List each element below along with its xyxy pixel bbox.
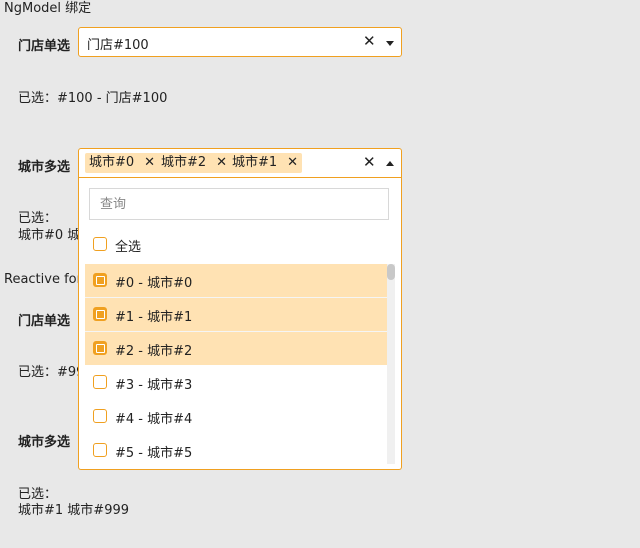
option-item[interactable]: #1 - 城市#1 xyxy=(85,298,387,331)
option-label: #2 - 城市#2 xyxy=(115,344,193,359)
city-tag[interactable]: 城市#0 ✕ xyxy=(85,153,160,173)
option-item[interactable]: #2 - 城市#2 xyxy=(85,332,387,365)
reactive-city-selected-value: 城市#1 城市#999 xyxy=(18,503,130,518)
city-multi-select[interactable]: 城市#0 ✕ 城市#2 ✕ 城市#1 ✕ ✕ xyxy=(78,148,402,178)
reactive-city-label: 城市多选 xyxy=(18,435,71,450)
reactive-store-label: 门店单选 xyxy=(18,314,71,329)
checkbox-icon[interactable] xyxy=(93,443,107,457)
chevron-up-icon[interactable] xyxy=(386,161,394,166)
option-label: #1 - 城市#1 xyxy=(115,310,193,325)
select-all-label: 全选 xyxy=(115,240,142,255)
city-tag-label: 城市#1 xyxy=(232,155,278,170)
city-tag[interactable]: 城市#1 ✕ xyxy=(228,153,303,173)
option-item[interactable]: #5 - 城市#5 xyxy=(85,434,387,467)
option-label: #5 - 城市#5 xyxy=(115,446,193,461)
close-icon[interactable]: ✕ xyxy=(363,32,376,50)
select-all-option[interactable]: 全选 xyxy=(85,228,387,261)
city-tag[interactable]: 城市#2 ✕ xyxy=(157,153,232,173)
chevron-down-icon[interactable] xyxy=(386,41,394,46)
reactive-store-selected-text: 已选：#99 xyxy=(18,365,85,380)
checkbox-icon[interactable] xyxy=(93,237,107,251)
close-icon[interactable]: ✕ xyxy=(144,155,155,170)
store-single-label: 门店单选 xyxy=(18,39,71,54)
checkbox-checked-icon[interactable] xyxy=(93,273,107,287)
checkbox-icon[interactable] xyxy=(93,409,107,423)
close-icon[interactable]: ✕ xyxy=(287,155,298,170)
close-icon[interactable]: ✕ xyxy=(363,153,376,171)
store-single-select[interactable]: 门店#100 ✕ xyxy=(78,27,402,57)
dropdown-scrollbar[interactable] xyxy=(387,264,395,464)
search-input[interactable] xyxy=(90,189,388,219)
option-label: #4 - 城市#4 xyxy=(115,412,193,427)
section-title-ngmodel: NgModel 绑定 xyxy=(4,1,92,16)
store-single-selected-text: 已选：#100 - 门店#100 xyxy=(18,91,168,106)
city-dropdown-panel: 全选 #0 - 城市#0 #1 - 城市#1 #2 - 城市#2 #3 - 城市… xyxy=(78,178,402,470)
option-label: #3 - 城市#3 xyxy=(115,378,193,393)
checkbox-icon[interactable] xyxy=(93,375,107,389)
search-field[interactable] xyxy=(89,188,389,220)
option-item[interactable]: #3 - 城市#3 xyxy=(85,366,387,399)
option-label: #0 - 城市#0 xyxy=(115,276,193,291)
checkbox-checked-icon[interactable] xyxy=(93,307,107,321)
store-single-value: 门店#100 xyxy=(87,38,149,53)
city-multi-label: 城市多选 xyxy=(18,160,71,175)
checkbox-checked-icon[interactable] xyxy=(93,341,107,355)
option-item[interactable]: #0 - 城市#0 xyxy=(85,264,387,297)
option-item[interactable]: #4 - 城市#4 xyxy=(85,400,387,433)
city-tag-label: 城市#2 xyxy=(161,155,207,170)
city-tag-label: 城市#0 xyxy=(89,155,135,170)
close-icon[interactable]: ✕ xyxy=(216,155,227,170)
scrollbar-thumb[interactable] xyxy=(387,264,395,280)
